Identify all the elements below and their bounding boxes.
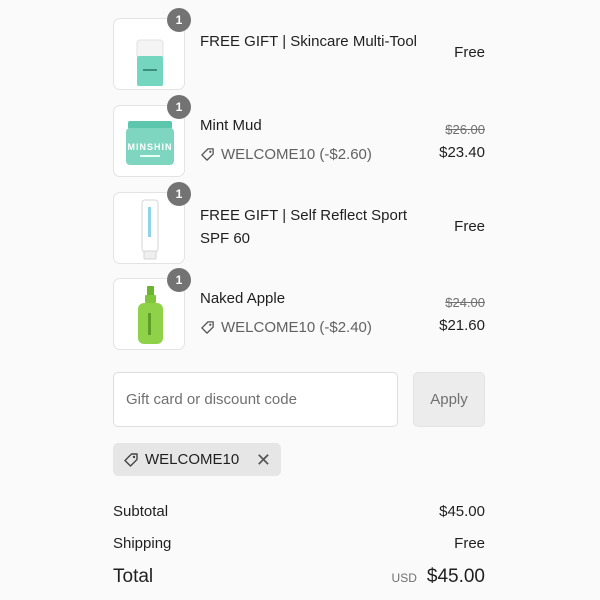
jar-label-text: MINSHIN bbox=[128, 142, 173, 152]
discount-code-input[interactable] bbox=[113, 372, 398, 427]
original-price: $24.00 bbox=[445, 295, 485, 310]
item-discount: WELCOME10 (-$2.40) bbox=[200, 319, 372, 336]
shipping-label: Shipping bbox=[113, 535, 172, 552]
item-title: FREE GIFT | Self Reflect Sport SPF 60 bbox=[200, 207, 408, 247]
total-label: Total bbox=[113, 566, 154, 587]
subtotal-value: $45.00 bbox=[439, 503, 485, 520]
quantity-badge: 1 bbox=[167, 268, 191, 292]
shipping-row: Shipping Free bbox=[113, 535, 485, 552]
total-amount-group: USD $45.00 bbox=[392, 566, 485, 588]
quantity-badge: 1 bbox=[167, 8, 191, 32]
shipping-value: Free bbox=[454, 535, 485, 552]
apply-button[interactable]: Apply bbox=[413, 372, 485, 427]
line-item: 1 FREE GIFT | Self Reflect Sport SPF 60 … bbox=[113, 182, 485, 264]
line-item: 1 FREE GIFT | Skincare Multi-Tool Free bbox=[113, 8, 485, 90]
price-column: $24.00 $21.60 bbox=[439, 295, 485, 334]
discount-text: WELCOME10 (-$2.60) bbox=[221, 146, 372, 163]
item-price: $23.40 bbox=[439, 144, 485, 161]
product-thumbnail: MINSHIN 1 bbox=[113, 95, 191, 177]
item-price: Free bbox=[454, 218, 485, 235]
applied-discount-chip: WELCOME10 ✕ bbox=[113, 443, 281, 476]
order-summary: 1 FREE GIFT | Skincare Multi-Tool Free M… bbox=[0, 0, 600, 600]
tag-icon bbox=[201, 148, 214, 161]
remove-discount-close-icon[interactable]: ✕ bbox=[256, 451, 271, 469]
subtotal-label: Subtotal bbox=[113, 503, 169, 520]
tag-icon bbox=[124, 452, 138, 467]
quantity-badge: 1 bbox=[167, 182, 191, 206]
subtotal-row: Subtotal $45.00 bbox=[113, 503, 485, 520]
item-title: Mint Mud bbox=[200, 117, 262, 134]
tag-icon bbox=[201, 321, 214, 334]
item-title: Naked Apple bbox=[200, 290, 286, 307]
original-price: $26.00 bbox=[445, 122, 485, 137]
line-item: MINSHIN 1 Mint Mud WELCOME10 (-$2.60) $2… bbox=[113, 95, 485, 177]
item-price: Free bbox=[454, 44, 485, 61]
product-thumbnail: 1 bbox=[113, 8, 191, 90]
price-column: Free bbox=[454, 218, 485, 235]
item-title: FREE GIFT | Skincare Multi-Tool bbox=[200, 33, 418, 50]
product-thumbnail: 1 bbox=[113, 182, 191, 264]
currency-code: USD bbox=[391, 571, 417, 585]
total-row: Total USD $45.00 bbox=[113, 566, 485, 588]
item-discount: WELCOME10 (-$2.60) bbox=[200, 146, 372, 163]
product-thumbnail: 1 bbox=[113, 268, 191, 350]
line-item: 1 Naked Apple WELCOME10 (-$2.40) $24.00 … bbox=[113, 268, 485, 350]
item-price: $21.60 bbox=[439, 317, 485, 334]
total-value: $45.00 bbox=[426, 566, 485, 587]
applied-code-text: WELCOME10 bbox=[145, 451, 240, 468]
price-column: $26.00 $23.40 bbox=[439, 122, 485, 161]
quantity-badge: 1 bbox=[167, 95, 191, 119]
discount-text: WELCOME10 (-$2.40) bbox=[221, 319, 372, 336]
price-column: Free bbox=[454, 44, 485, 61]
